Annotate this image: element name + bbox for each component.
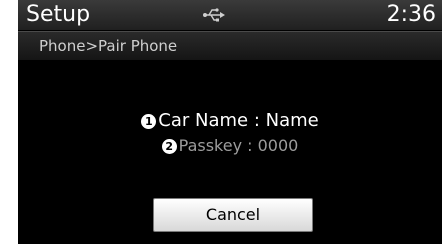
breadcrumb: Phone>Pair Phone — [18, 31, 442, 60]
cancel-button[interactable]: Cancel — [153, 198, 313, 232]
callout-badge-1: 1 — [141, 114, 157, 129]
passkey-line: 2 Passkey : 0000 — [18, 136, 442, 156]
passkey-text: Passkey : 0000 — [178, 136, 299, 155]
car-name-line: 1 Car Name : Name — [18, 110, 442, 132]
callout-badge-2: 2 — [161, 139, 177, 154]
pairing-content: 1 Car Name : Name 2 Passkey : 0000 Cancel — [18, 60, 442, 244]
car-name-text: Car Name : Name — [158, 110, 319, 131]
screen-title: Setup — [26, 2, 91, 27]
usb-icon — [203, 7, 225, 22]
head-unit-screen: Setup 2:36 Phone>Pair Phone 1 Car Name : … — [18, 0, 442, 244]
breadcrumb-text: Phone>Pair Phone — [39, 37, 178, 55]
status-bar: Setup 2:36 — [18, 0, 442, 30]
clock: 2:36 — [386, 2, 436, 27]
